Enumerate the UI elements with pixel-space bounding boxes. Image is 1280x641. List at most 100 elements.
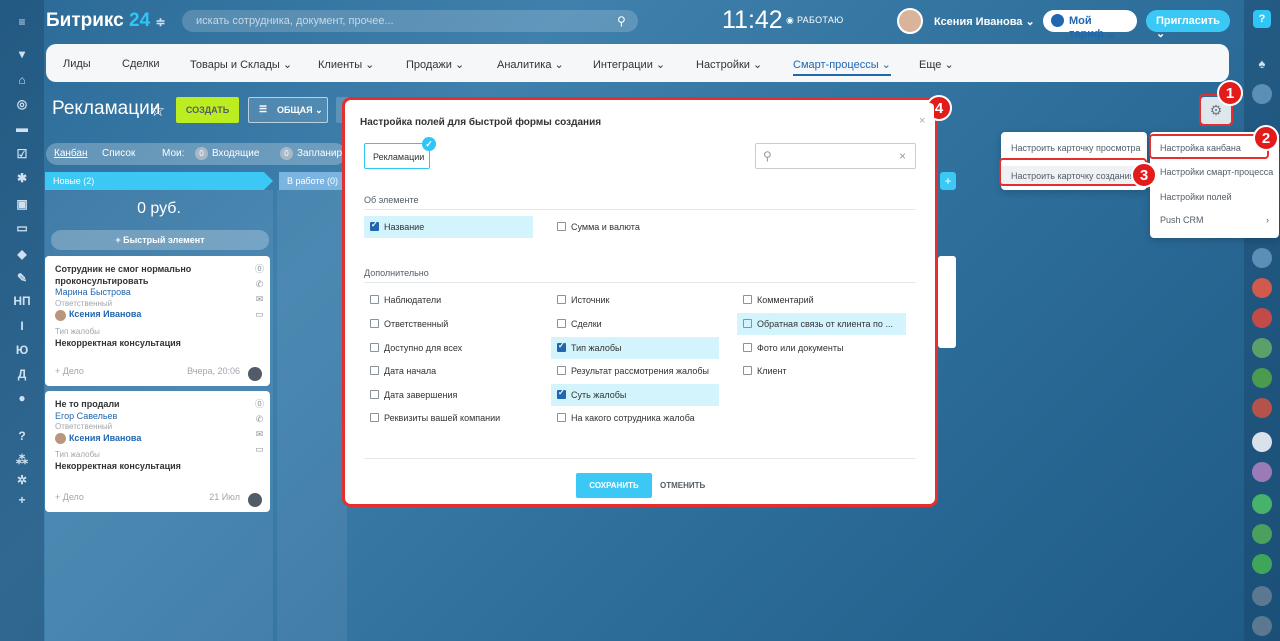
card-add-deal[interactable]: + Дело — [55, 492, 84, 504]
checkbox[interactable] — [370, 366, 379, 375]
field-checkbox[interactable]: Сделки — [551, 313, 602, 335]
menu-item-sales[interactable]: Продажи ⌄ — [406, 58, 464, 71]
menu-item-more[interactable]: Еще ⌄ — [919, 58, 954, 71]
rail-item-np[interactable]: НП — [12, 293, 32, 309]
bell-icon[interactable]: ♠ — [1252, 56, 1272, 76]
menu-item-view-card[interactable]: Настроить карточку просмотра — [1011, 143, 1141, 153]
contact-icon-13[interactable] — [1252, 616, 1272, 636]
contact-icon-8[interactable] — [1252, 462, 1272, 482]
checkbox[interactable] — [743, 295, 752, 304]
box-icon[interactable]: ◆ — [12, 246, 32, 262]
tab-kanban[interactable]: Канбан — [54, 148, 88, 159]
settings-rail-icon[interactable]: ✲ — [12, 472, 32, 488]
add-rail-icon[interactable]: + — [12, 492, 32, 508]
field-checkbox[interactable]: Источник — [551, 289, 609, 311]
logo-toggle-icon[interactable]: ≑ — [155, 15, 165, 29]
card-icon[interactable]: ▣ — [12, 196, 32, 212]
filter-button[interactable]: ☰ ОБЩАЯ ⌄ — [248, 97, 328, 123]
checkbox[interactable] — [557, 222, 566, 231]
field-checkbox[interactable]: Клиент — [737, 360, 787, 382]
check-icon[interactable]: ☑ — [12, 146, 32, 162]
card-title[interactable]: Не то продали — [55, 399, 260, 411]
field-search-input[interactable] — [755, 143, 916, 169]
card-client[interactable]: Егор Савельев — [55, 411, 260, 423]
menu-item-process-settings[interactable]: Настройки смарт-процесса — [1160, 167, 1273, 177]
rail-item-i[interactable]: І — [12, 318, 32, 334]
card-responsible[interactable]: Ксения Иванова — [69, 309, 141, 319]
menu-item-deals[interactable]: Сделки — [122, 58, 160, 70]
close-icon[interactable]: × — [919, 115, 925, 127]
help-icon[interactable]: ? — [1253, 10, 1271, 28]
column-header-new[interactable]: Новые (2) — [45, 172, 273, 190]
cancel-button[interactable]: ОТМЕНИТЬ — [660, 481, 705, 490]
field-checkbox[interactable]: Результат рассмотрения жалобы — [551, 360, 709, 382]
contact-icon-10[interactable] — [1252, 524, 1272, 544]
field-checkbox[interactable]: Наблюдатели — [364, 289, 441, 311]
create-button[interactable]: СОЗДАТЬ — [176, 97, 239, 123]
filter-icon[interactable]: ▾ — [12, 46, 32, 62]
invite-button[interactable]: Пригласить ⌄ — [1146, 10, 1230, 40]
checkbox[interactable] — [370, 343, 379, 352]
checkbox[interactable] — [743, 366, 752, 375]
checkbox[interactable] — [557, 319, 566, 328]
phone-icon[interactable]: ✆ — [255, 277, 264, 292]
menu-item-settings[interactable]: Настройки ⌄ — [696, 58, 762, 71]
field-checkbox[interactable]: Ответственный — [364, 313, 448, 335]
circle-icon[interactable]: ● — [12, 390, 32, 406]
mail-icon[interactable]: ✉ — [255, 427, 264, 442]
contact-icon-11[interactable] — [1252, 554, 1272, 574]
star-icon[interactable]: ☆ — [150, 101, 165, 121]
help-rail-icon[interactable]: ? — [12, 428, 32, 444]
card-title[interactable]: Сотрудник не смог нормально проконсульти… — [55, 264, 260, 287]
field-checkbox[interactable]: Тип жалобы — [551, 337, 719, 359]
checkbox[interactable] — [370, 295, 379, 304]
contact-icon-9[interactable] — [1252, 494, 1272, 514]
sitemap-icon[interactable]: ⁂ — [12, 452, 32, 468]
field-checkbox[interactable]: Комментарий — [737, 289, 814, 311]
puzzle-icon[interactable]: ✱ — [12, 170, 32, 186]
filter-incoming[interactable]: Входящие — [212, 148, 259, 159]
kanban-card[interactable]: Сотрудник не смог нормально проконсульти… — [45, 256, 270, 386]
menu-icon[interactable]: ≡ — [12, 14, 32, 30]
checkbox[interactable] — [743, 343, 752, 352]
field-checkbox[interactable]: Фото или документы — [737, 337, 843, 359]
add-column-icon[interactable]: + — [940, 172, 956, 190]
contact-icon-12[interactable] — [1252, 586, 1272, 606]
card-add-deal[interactable]: + Дело — [55, 366, 84, 378]
checkbox-checked[interactable] — [557, 388, 566, 399]
menu-item-leads[interactable]: Лиды — [63, 58, 91, 70]
target-icon[interactable]: ◎ — [12, 96, 32, 112]
pen-icon[interactable]: ✎ — [12, 270, 32, 286]
field-checkbox[interactable]: Реквизиты вашей компании — [364, 407, 500, 429]
search-icon[interactable]: ⚲ — [617, 14, 626, 28]
card-responsible[interactable]: Ксения Иванова — [69, 433, 141, 443]
field-checkbox[interactable]: Дата завершения — [364, 384, 457, 406]
logo[interactable]: Битрикс 24 ≑ — [46, 10, 166, 32]
contact-icon-3[interactable] — [1252, 308, 1272, 328]
field-checkbox[interactable]: На какого сотрудника жалоба — [551, 407, 695, 429]
checkbox[interactable] — [557, 366, 566, 375]
phone-icon[interactable]: ✆ — [255, 412, 264, 427]
field-checkbox[interactable]: Дата начала — [364, 360, 436, 382]
clear-icon[interactable]: × — [899, 149, 906, 163]
checkbox[interactable] — [557, 295, 566, 304]
comment-icon[interactable]: ▭ — [255, 307, 264, 322]
contact-icon-2[interactable] — [1252, 278, 1272, 298]
contact-icon-5[interactable] — [1252, 368, 1272, 388]
avatar[interactable] — [248, 367, 262, 381]
checkbox[interactable] — [743, 319, 752, 328]
field-checkbox[interactable]: Сумма и валюта — [551, 216, 640, 238]
card-client[interactable]: Марина Быстрова — [55, 287, 260, 299]
checkbox-checked[interactable] — [370, 220, 379, 231]
home-icon[interactable]: ⌂ — [12, 72, 32, 88]
work-status[interactable]: ◉ РАБОТАЮ — [786, 15, 844, 26]
column-header-in-progress[interactable]: В работе (0) — [279, 172, 349, 190]
checkbox-checked[interactable] — [557, 341, 566, 352]
checkbox[interactable] — [370, 413, 379, 422]
user-menu[interactable]: Ксения Иванова ⌄ — [934, 15, 1035, 28]
rail-item-yu[interactable]: Ю — [12, 342, 32, 358]
rail-item-d[interactable]: Д — [12, 366, 32, 382]
quick-add-button[interactable]: + Быстрый элемент — [51, 230, 269, 250]
filter-planned[interactable]: Запланир — [297, 148, 342, 159]
tab-list[interactable]: Список — [102, 148, 135, 159]
